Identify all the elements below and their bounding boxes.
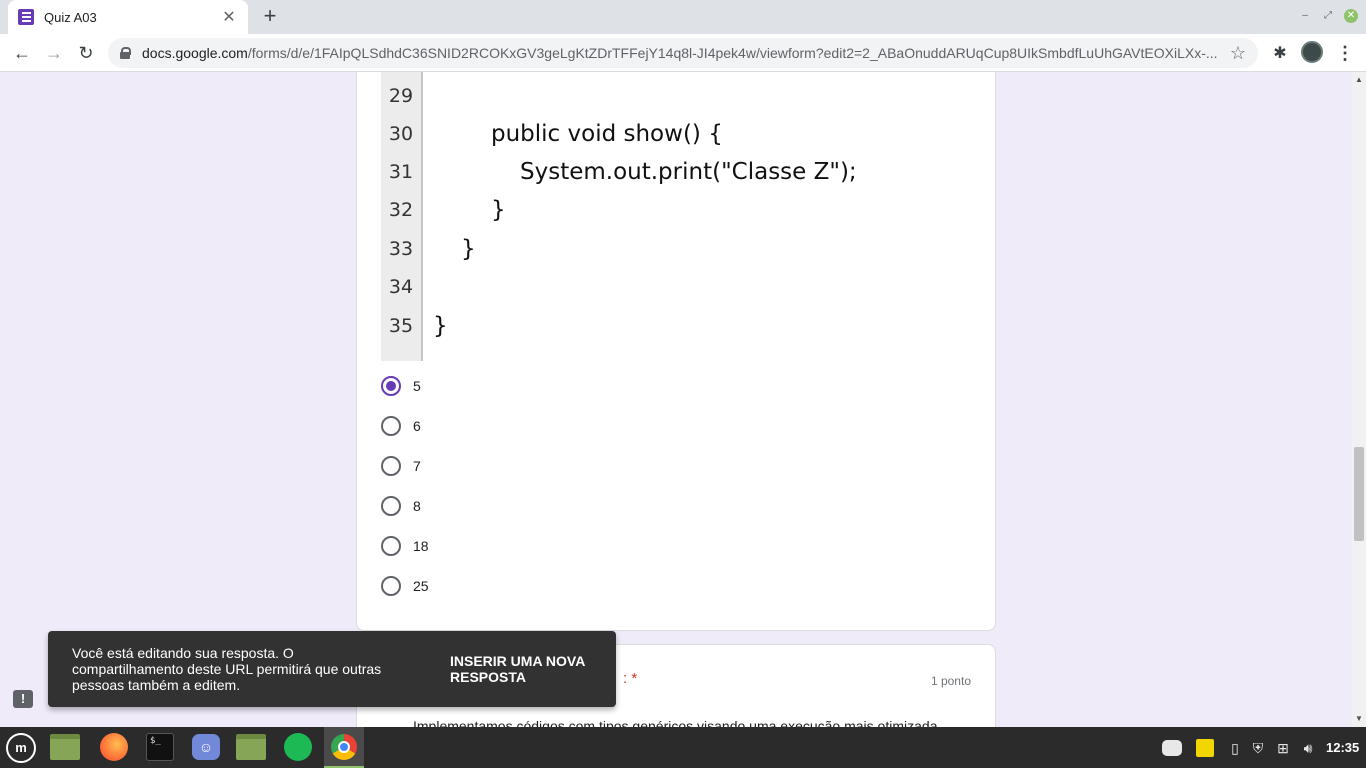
mint-menu-icon[interactable]: m	[6, 733, 36, 763]
scroll-up-arrow-icon[interactable]: ▲	[1355, 76, 1363, 84]
answer-option[interactable]: 5	[381, 374, 421, 398]
radio-button[interactable]	[381, 536, 401, 556]
firefox-icon[interactable]	[100, 733, 128, 761]
discord-icon[interactable]: ☺	[192, 734, 220, 760]
line-number: 32	[388, 199, 414, 221]
forward-arrow-icon[interactable]: →	[42, 41, 66, 65]
edit-response-snackbar: Você está editando sua resposta. O compa…	[48, 631, 616, 707]
tab-title: Quiz A03	[44, 9, 97, 25]
url-domain: docs.google.com	[142, 45, 248, 61]
lock-icon[interactable]	[120, 47, 131, 59]
answer-option-label: 5	[413, 378, 421, 394]
discord-tray-icon[interactable]	[1162, 740, 1182, 756]
line-number: 35	[388, 315, 414, 337]
profile-avatar[interactable]	[1301, 41, 1323, 63]
close-tab-icon[interactable]: ✕	[220, 7, 238, 27]
clipboard-tray-icon[interactable]: ▯	[1226, 739, 1244, 757]
answer-option[interactable]: 8	[381, 494, 421, 518]
radio-button[interactable]	[381, 456, 401, 476]
scroll-down-arrow-icon[interactable]: ▼	[1355, 715, 1363, 723]
code-line: System.out.print("Classe Z");	[520, 159, 857, 185]
feedback-icon[interactable]: !	[13, 690, 33, 708]
close-window-icon[interactable]: ✕	[1344, 9, 1358, 23]
line-number: 33	[388, 238, 414, 260]
code-line: }	[461, 236, 476, 262]
answer-option[interactable]: 7	[381, 454, 421, 478]
line-number: 29	[388, 85, 414, 107]
insert-new-response-button[interactable]: INSERIR UMA NOVA RESPOSTA	[450, 653, 600, 685]
radio-button-selected[interactable]	[381, 376, 401, 396]
radio-button[interactable]	[381, 496, 401, 516]
volume-tray-icon[interactable]: 🔊︎	[1299, 739, 1317, 757]
terminal-icon[interactable]: $_	[146, 733, 174, 761]
chrome-icon[interactable]	[324, 727, 364, 768]
answer-option-label: 25	[413, 578, 429, 594]
spotify-icon[interactable]	[284, 733, 312, 761]
minimize-window-icon[interactable]: –	[1298, 9, 1312, 23]
radio-button[interactable]	[381, 416, 401, 436]
line-number-gutter: 28 29 30 31 32 33 34 35	[381, 72, 423, 361]
question-description: Implementamos códigos com tipos genérico…	[413, 718, 938, 727]
page-scrollbar[interactable]: ▲ ▼	[1352, 72, 1366, 727]
radio-button[interactable]	[381, 576, 401, 596]
line-number: 34	[388, 276, 414, 298]
new-tab-button[interactable]: +	[258, 5, 282, 29]
maximize-window-icon[interactable]: ⤢	[1321, 9, 1335, 23]
answer-option-label: 7	[413, 458, 421, 474]
answer-option[interactable]: 25	[381, 574, 429, 598]
answer-option[interactable]: 6	[381, 414, 421, 438]
answer-option-label: 18	[413, 538, 429, 554]
back-arrow-icon[interactable]: ←	[10, 41, 34, 65]
url-text[interactable]: docs.google.com/forms/d/e/1FAIpQLSdhdC36…	[142, 45, 1222, 61]
answer-option-label: 8	[413, 498, 421, 514]
question-card: 28 29 30 31 32 33 34 35 } public void sh…	[356, 72, 996, 631]
code-line: public void show() {	[491, 121, 723, 147]
answer-option-label: 6	[413, 418, 421, 434]
notes-tray-icon[interactable]	[1196, 739, 1214, 757]
line-number: 31	[388, 161, 414, 183]
extensions-puzzle-icon[interactable]: ✱	[1270, 43, 1290, 63]
code-image: 28 29 30 31 32 33 34 35 } public void sh…	[381, 72, 857, 361]
code-line: }	[433, 313, 448, 339]
files-folder-icon[interactable]	[236, 734, 266, 760]
snackbar-message: Você está editando sua resposta. O compa…	[72, 645, 382, 693]
google-forms-icon	[18, 9, 34, 25]
tab-quiz-a03[interactable]: Quiz A03 ✕	[8, 0, 248, 34]
file-manager-icon[interactable]	[50, 734, 80, 760]
reload-icon[interactable]: ↻	[74, 41, 98, 65]
bookmark-star-icon[interactable]: ☆	[1230, 43, 1246, 64]
tab-strip: Quiz A03 ✕ + – ⤢ ✕	[0, 0, 1366, 34]
url-path: /forms/d/e/1FAIpQLSdhdC36SNID2RCOKxGV3ge…	[247, 45, 1218, 61]
form-page: 28 29 30 31 32 33 34 35 } public void sh…	[0, 72, 1352, 727]
required-marker: : *	[623, 670, 638, 687]
line-number: 30	[388, 123, 414, 145]
code-line: }	[491, 197, 506, 223]
answer-option[interactable]: 18	[381, 534, 429, 558]
shield-tray-icon[interactable]: ⛨	[1249, 739, 1267, 757]
network-tray-icon[interactable]: ⊞	[1274, 739, 1292, 757]
taskbar: m $_ ☺ ▯ ⛨ ⊞ 🔊︎ 12:35	[0, 727, 1366, 768]
scrollbar-thumb[interactable]	[1354, 447, 1364, 541]
question-points: 1 ponto	[930, 674, 971, 688]
more-menu-icon[interactable]: ⋮	[1336, 42, 1354, 64]
clock[interactable]: 12:35	[1326, 740, 1359, 755]
browser-toolbar: ← → ↻ docs.google.com/forms/d/e/1FAIpQLS…	[0, 34, 1366, 72]
address-bar[interactable]: docs.google.com/forms/d/e/1FAIpQLSdhdC36…	[108, 38, 1258, 68]
